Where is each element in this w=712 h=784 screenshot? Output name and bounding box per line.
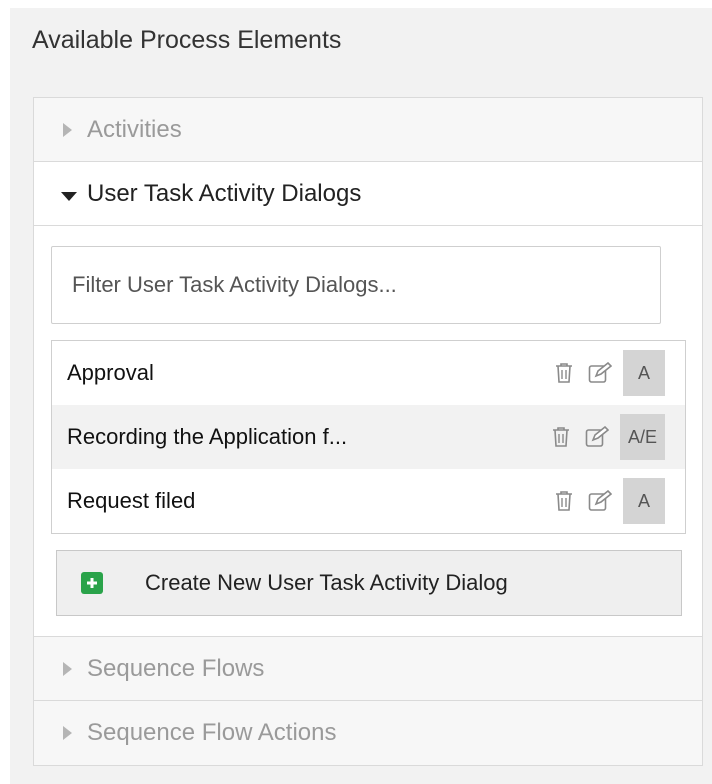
widget-header: Available Process Elements bbox=[10, 8, 712, 72]
accordion-sequence-flow-actions[interactable]: Sequence Flow Actions bbox=[34, 701, 702, 765]
trash-icon[interactable] bbox=[551, 360, 577, 386]
dialogs-panel: Approval A Recording the Application f..… bbox=[34, 226, 702, 637]
dialog-name[interactable]: Request filed bbox=[67, 488, 541, 514]
dialog-interface-badge: A/E bbox=[619, 414, 665, 460]
list-item[interactable]: Recording the Application f... A/E bbox=[52, 405, 685, 469]
caret-right-icon bbox=[61, 719, 75, 747]
widget-content: Activities User Task Activity Dialogs Ap… bbox=[10, 72, 712, 784]
accordion-activities-label: Activities bbox=[87, 115, 182, 143]
dialogs-list: Approval A Recording the Application f..… bbox=[51, 340, 686, 534]
dialog-interface-badge: A bbox=[623, 350, 665, 396]
accordion-user-task-activity-dialogs[interactable]: User Task Activity Dialogs bbox=[34, 162, 702, 226]
dialog-name[interactable]: Approval bbox=[67, 360, 541, 386]
create-new-dialog-button[interactable]: Create New User Task Activity Dialog bbox=[56, 550, 682, 616]
edit-icon[interactable] bbox=[587, 360, 613, 386]
create-new-dialog-label: Create New User Task Activity Dialog bbox=[145, 570, 508, 595]
accordion-sequence-flow-actions-label: Sequence Flow Actions bbox=[87, 719, 337, 746]
list-item[interactable]: Request filed A bbox=[52, 469, 685, 533]
dialog-name[interactable]: Recording the Application f... bbox=[67, 424, 538, 450]
edit-icon[interactable] bbox=[587, 488, 613, 514]
caret-down-icon bbox=[61, 180, 77, 208]
plus-icon bbox=[81, 572, 103, 594]
caret-right-icon bbox=[61, 655, 75, 683]
process-elements-accordion: Activities User Task Activity Dialogs Ap… bbox=[33, 97, 703, 766]
dialog-interface-badge: A bbox=[623, 478, 665, 524]
list-item[interactable]: Approval A bbox=[52, 341, 685, 405]
trash-icon[interactable] bbox=[548, 424, 574, 450]
edit-icon[interactable] bbox=[584, 424, 610, 450]
widget-title: Available Process Elements bbox=[32, 25, 342, 54]
accordion-sequence-flows[interactable]: Sequence Flows bbox=[34, 637, 702, 701]
accordion-activities[interactable]: Activities bbox=[34, 98, 702, 162]
filter-dialogs-input[interactable] bbox=[51, 246, 661, 324]
accordion-dialogs-label: User Task Activity Dialogs bbox=[87, 179, 362, 207]
accordion-sequence-flows-label: Sequence Flows bbox=[87, 654, 265, 682]
trash-icon[interactable] bbox=[551, 488, 577, 514]
caret-right-icon bbox=[61, 116, 75, 144]
